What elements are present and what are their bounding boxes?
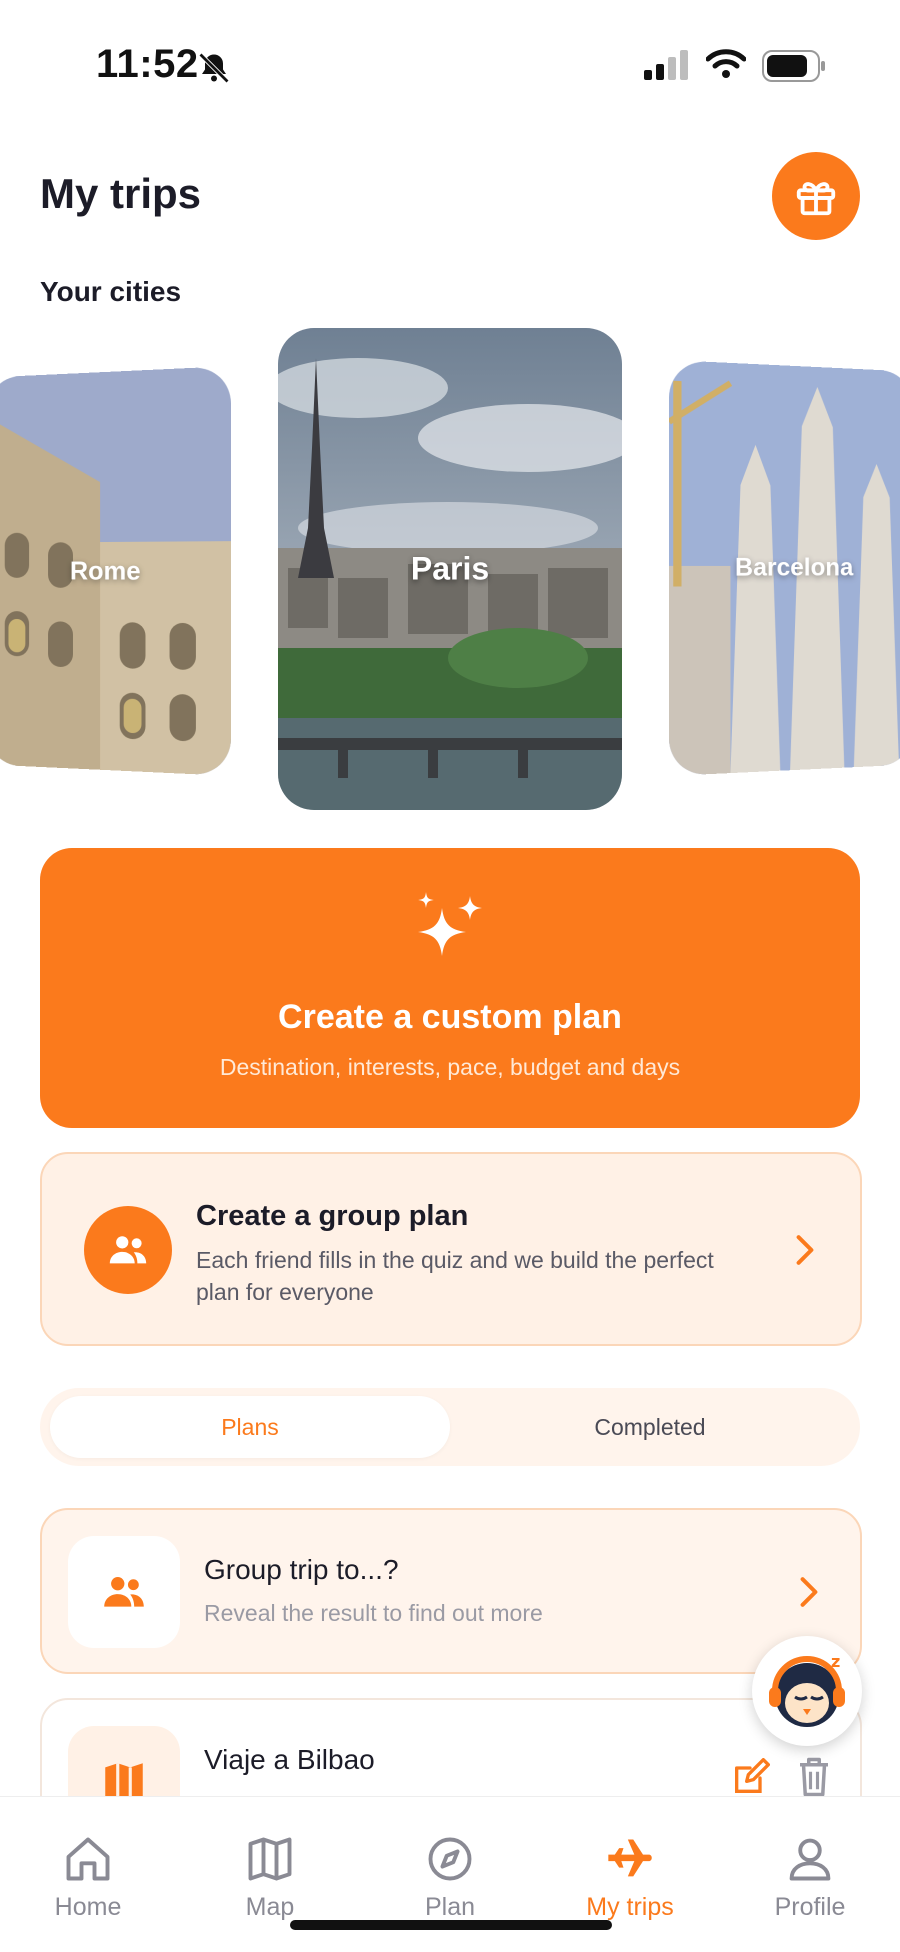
nav-my-trips[interactable]: My trips: [560, 1833, 700, 1922]
group-icon: [104, 1577, 144, 1607]
battery-icon: [762, 50, 825, 82]
page-title: My trips: [40, 170, 202, 217]
custom-plan-subtitle: Destination, interests, pace, budget and…: [219, 1054, 681, 1080]
nav-map[interactable]: Map: [200, 1833, 340, 1922]
create-custom-plan-card[interactable]: Create a custom plan Destination, intere…: [40, 848, 860, 1128]
airplane-icon: [608, 1839, 652, 1877]
nav-home[interactable]: Home: [18, 1833, 158, 1922]
tab-plans[interactable]: Plans: [50, 1396, 450, 1458]
bell-muted-icon: [198, 52, 230, 84]
signal-icon: [644, 50, 688, 80]
nav-plan[interactable]: Plan: [380, 1833, 520, 1922]
sparkles-icon: [418, 892, 482, 956]
svg-text:z: z: [831, 1652, 840, 1671]
create-group-plan-card[interactable]: Create a group plan Each friend fills in…: [40, 1152, 862, 1346]
assistant-mascot-icon: z: [769, 1652, 845, 1727]
city-label-rome: Rome: [69, 555, 141, 586]
group-icon: [109, 1236, 147, 1264]
map-icon: [248, 1837, 292, 1881]
trip-subtitle: Reveal the result to find out more: [204, 1600, 543, 1626]
group-icon-circle: [84, 1206, 172, 1294]
home-icon: [66, 1837, 110, 1881]
cities-section-title: Your cities: [40, 276, 182, 307]
trip-card-group[interactable]: Group trip to...? Reveal the result to f…: [40, 1508, 862, 1674]
user-icon: [789, 1838, 831, 1881]
nav-profile[interactable]: Profile: [740, 1833, 880, 1922]
compass-icon: [428, 1837, 472, 1881]
assistant-button[interactable]: z: [752, 1636, 862, 1746]
edit-icon[interactable]: [730, 1758, 770, 1798]
nav-label-home: Home: [54, 1893, 122, 1921]
status-time: 11:52: [96, 42, 199, 86]
chevron-right-icon: [800, 1577, 818, 1607]
trip-thumb: [68, 1536, 180, 1648]
nav-label-my-trips: My trips: [586, 1893, 674, 1921]
home-indicator: [290, 1920, 612, 1930]
gift-icon: [796, 182, 836, 216]
nav-label-map: Map: [245, 1893, 295, 1921]
nav-label-profile: Profile: [774, 1893, 846, 1921]
city-card-paris[interactable]: Paris: [278, 328, 622, 810]
plans-tabs: Plans Completed: [40, 1388, 860, 1466]
trip-title: Group trip to...?: [204, 1554, 399, 1585]
nav-label-plan: Plan: [424, 1893, 476, 1921]
tab-completed[interactable]: Completed: [450, 1396, 850, 1458]
gift-button[interactable]: [772, 152, 860, 240]
city-label-paris: Paris: [410, 550, 490, 587]
trip-title: Viaje a Bilbao: [204, 1744, 375, 1775]
city-card-barcelona[interactable]: Barcelona: [669, 359, 900, 777]
custom-plan-title: Create a custom plan: [278, 998, 622, 1036]
chevron-right-icon: [796, 1235, 814, 1265]
wifi-icon: [706, 49, 746, 78]
trash-icon[interactable]: [796, 1756, 832, 1798]
city-card-rome[interactable]: Rome: [0, 366, 231, 776]
group-plan-description: Each friend fills in the quiz and we bui…: [196, 1247, 714, 1305]
city-label-barcelona: Barcelona: [735, 553, 854, 582]
group-plan-title: Create a group plan: [196, 1200, 469, 1232]
